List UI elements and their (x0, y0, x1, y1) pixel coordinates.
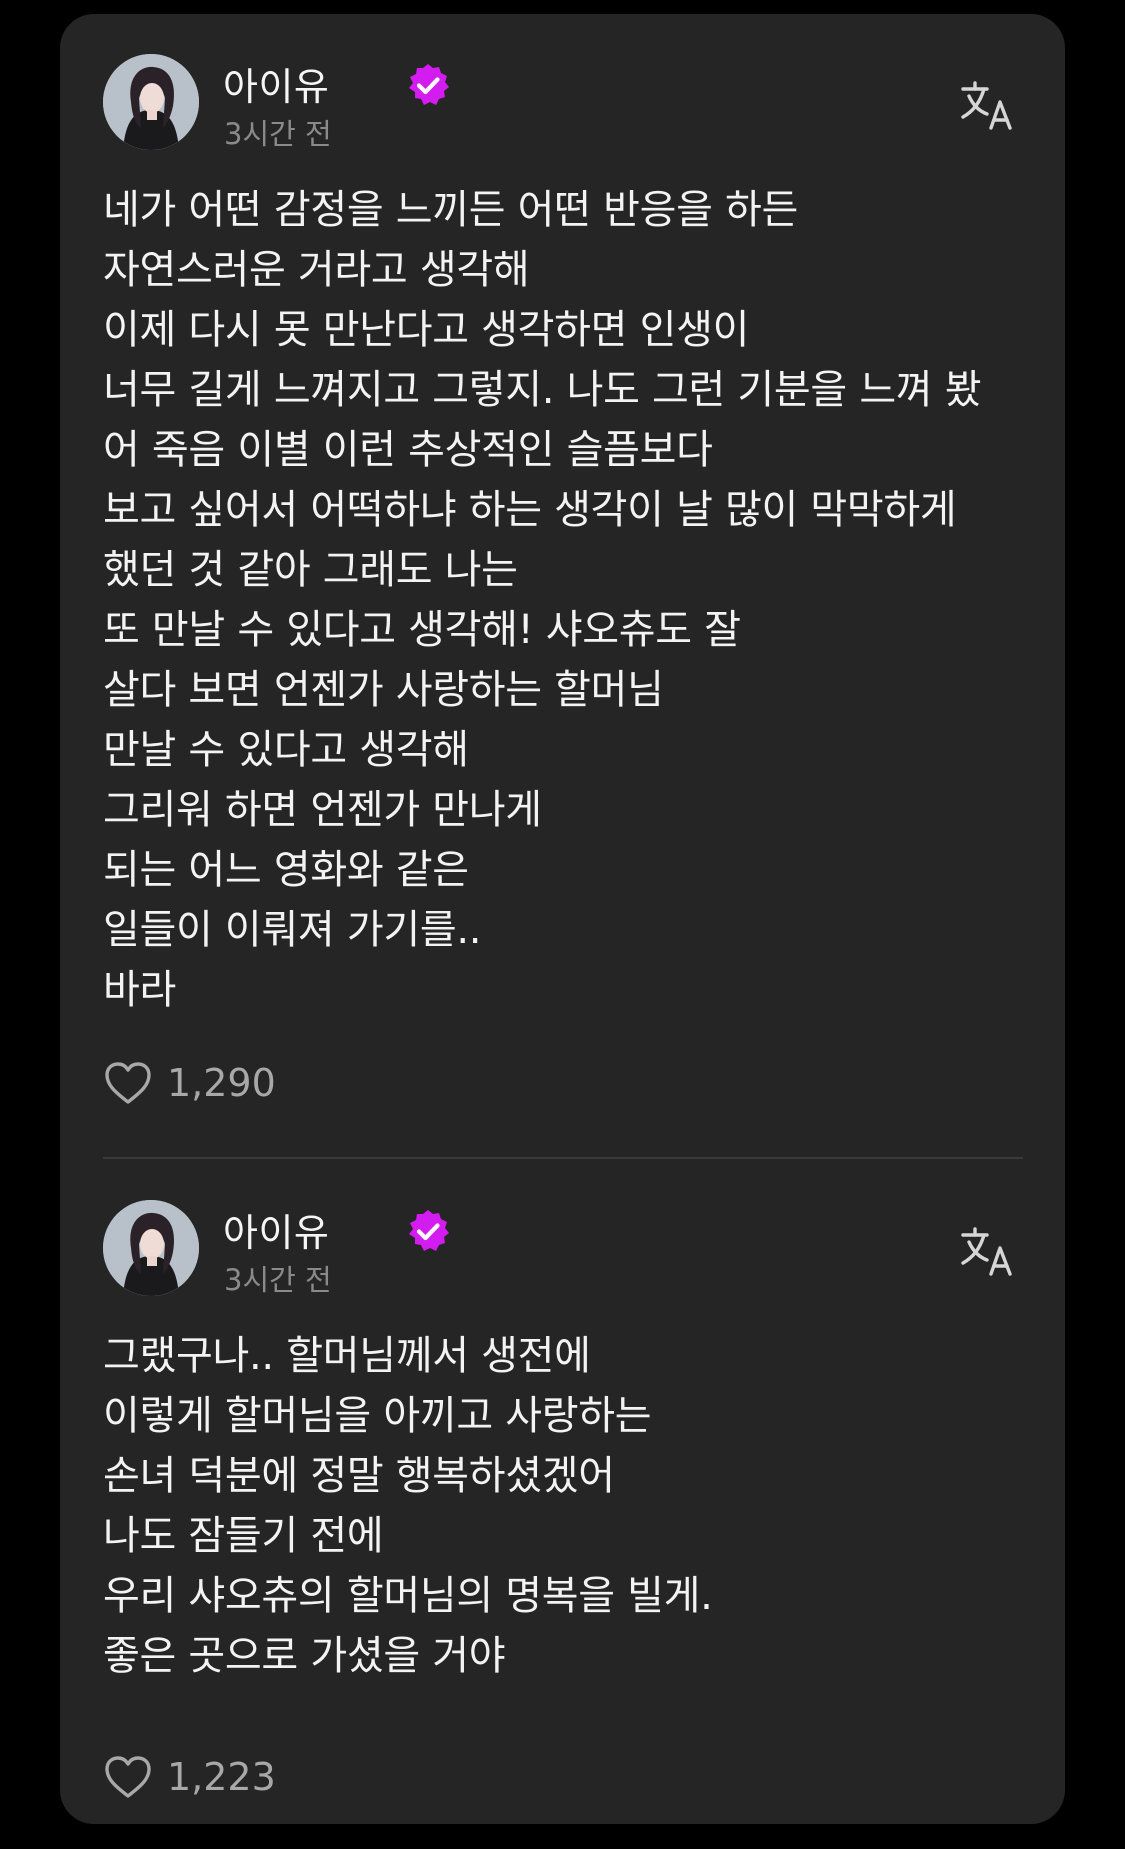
divider (103, 1157, 1023, 1159)
post-text-line: 살다 보면 언젠가 사랑하는 할머님 (103, 667, 664, 713)
translate-icon (961, 1227, 1012, 1276)
post-text-line: 이렇게 할머님을 아끼고 사랑하는 (103, 1393, 652, 1439)
post-text-line: 어 죽음 이별 이런 추상적인 슬픔보다 (103, 427, 713, 473)
post-text-line: 우리 샤오츄의 할머님의 명복을 빌게. (103, 1573, 713, 1619)
post-text-line: 네가 어떤 감정을 느끼든 어떤 반응을 하든 (103, 187, 798, 233)
post-body: 그랬구나.. 할머님께서 생전에 이렇게 할머님을 아끼고 사랑하는 손녀 덕분… (103, 1326, 1023, 1686)
post-text-line: 바라 (103, 967, 176, 1013)
post-text-line: 보고 싶어서 어떡하냐 하는 생각이 날 많이 막막하게 (103, 487, 957, 533)
author-name[interactable]: 아이유 (223, 64, 329, 110)
timestamp: 3시간 전 (224, 1263, 332, 1297)
timestamp: 3시간 전 (224, 117, 332, 151)
post-text-line: 또 만날 수 있다고 생각해! 샤오츄도 잘 (103, 607, 741, 653)
post-text-line: 나도 잠들기 전에 (103, 1513, 384, 1559)
post-text-line: 일들이 이뤄져 가기를.. (103, 907, 482, 953)
post-text-line: 그리워 하면 언젠가 만나게 (103, 787, 542, 833)
heart-outline-icon (105, 1062, 151, 1104)
post-text-line: 너무 길게 느껴지고 그렇지. 나도 그런 기분을 느껴 봤 (103, 367, 982, 413)
avatar[interactable] (103, 1200, 199, 1296)
post-text-line: 이제 다시 못 만난다고 생각하면 인생이 (103, 307, 750, 353)
post-text-line: 만날 수 있다고 생각해 (103, 727, 469, 773)
like-count: 1,290 (167, 1061, 276, 1105)
post-text-line: 좋은 곳으로 가셨을 거야 (103, 1633, 506, 1679)
like-count: 1,223 (167, 1755, 276, 1799)
avatar[interactable] (103, 54, 199, 150)
thread-card: 아이유 3시간 전 네가 어떤 감정을 느끼든 어떤 반응을 하든 자연스러운 … (60, 14, 1065, 1824)
author-name[interactable]: 아이유 (223, 1210, 329, 1256)
heart-outline-icon (105, 1756, 151, 1798)
post-text-line: 그랬구나.. 할머님께서 생전에 (103, 1333, 591, 1379)
post-text-line: 자연스러운 거라고 생각해 (103, 247, 530, 293)
translate-button[interactable] (957, 1222, 1017, 1282)
translate-button[interactable] (957, 76, 1017, 136)
translate-icon (961, 81, 1012, 130)
verified-badge-icon (409, 64, 449, 105)
like-button[interactable]: 1,223 (103, 1749, 276, 1805)
post-body: 네가 어떤 감정을 느끼든 어떤 반응을 하든 자연스러운 거라고 생각해 이제… (103, 180, 1023, 1020)
like-button[interactable]: 1,290 (103, 1055, 276, 1111)
post-text-line: 했던 것 같아 그래도 나는 (103, 547, 518, 593)
verified-badge-icon (409, 1210, 449, 1251)
post-text-line: 손녀 덕분에 정말 행복하셨겠어 (103, 1453, 615, 1499)
post-text-line: 되는 어느 영화와 같은 (103, 847, 469, 893)
